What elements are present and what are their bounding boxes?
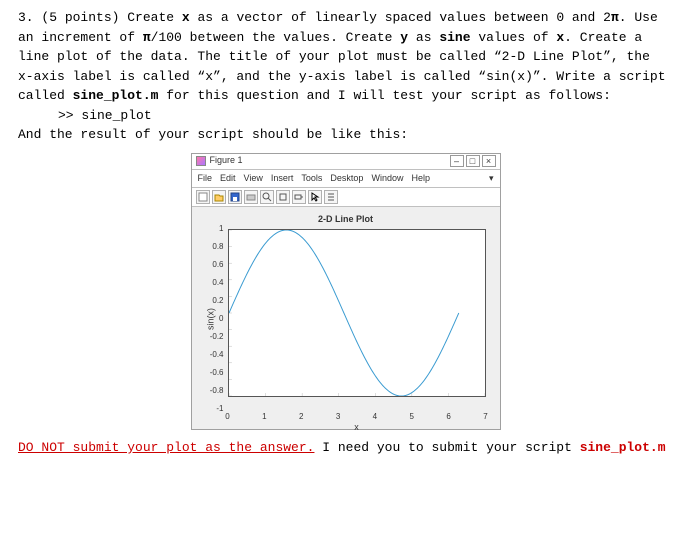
xtick: 4 [373, 409, 377, 423]
y-axis-label: sin(x) [204, 308, 218, 330]
xtick: 2 [299, 409, 303, 423]
ytick: 0.4 [212, 277, 227, 289]
axes: sin(x) 1 0.8 0.6 0.4 0.2 0 -0.2 [228, 229, 486, 409]
tool-new-icon[interactable] [196, 190, 210, 204]
var-x: x [556, 30, 564, 45]
tool-datacursor-icon[interactable] [292, 190, 306, 204]
menu-chevron-icon[interactable]: ▾ [489, 172, 494, 186]
menu-help[interactable]: Help [411, 172, 430, 186]
command-prompt: >> sine_plot [58, 106, 673, 126]
ytick: -0.8 [210, 385, 228, 397]
xtick: 7 [483, 409, 487, 423]
plot-area: 2-D Line Plot sin(x) 1 0.8 0.6 0.4 0 [192, 207, 500, 429]
xtick: 3 [336, 409, 340, 423]
menu-desktop[interactable]: Desktop [330, 172, 363, 186]
figure-icon [196, 156, 206, 166]
xtick: 0 [225, 409, 229, 423]
ytick: 0.6 [212, 259, 227, 271]
ytick: -0.2 [210, 331, 228, 343]
warn-text: DO NOT submit your plot as the answer. [18, 440, 314, 455]
ytick: 1 [219, 223, 227, 235]
tool-open-icon[interactable] [212, 190, 226, 204]
script-name: sine_plot.m [73, 88, 159, 103]
ytick: 0.8 [212, 241, 227, 253]
footer-warning: DO NOT submit your plot as the answer. I… [18, 438, 673, 458]
tool-print-icon[interactable] [244, 190, 258, 204]
tool-zoom-icon[interactable] [260, 190, 274, 204]
tool-rotate-icon[interactable] [276, 190, 290, 204]
q-points: (5 points) [41, 10, 119, 25]
ytick: -0.4 [210, 349, 228, 361]
figure-wrapper: Figure 1 – □ × File Edit View Insert Too… [18, 153, 673, 431]
matlab-figure-window: Figure 1 – □ × File Edit View Insert Too… [191, 153, 501, 431]
maximize-button[interactable]: □ [466, 155, 480, 167]
result-intro: And the result of your script should be … [18, 125, 673, 145]
tool-save-icon[interactable] [228, 190, 242, 204]
window-title: Figure 1 [210, 154, 243, 168]
q-number: 3. [18, 10, 34, 25]
tool-pointer-icon[interactable] [308, 190, 322, 204]
pi-symbol: π [143, 30, 151, 45]
xtick: 6 [446, 409, 450, 423]
menu-edit[interactable]: Edit [220, 172, 236, 186]
axes-box [228, 229, 486, 397]
chart-title: 2-D Line Plot [196, 213, 496, 227]
menu-file[interactable]: File [198, 172, 213, 186]
script-name: sine_plot.m [580, 440, 666, 455]
xtick: 1 [262, 409, 266, 423]
toolbar [192, 188, 500, 207]
menu-tools[interactable]: Tools [301, 172, 322, 186]
ytick: -0.6 [210, 367, 228, 379]
tool-insert-icon[interactable] [324, 190, 338, 204]
sine-word: sine [439, 30, 470, 45]
menu-window[interactable]: Window [371, 172, 403, 186]
minimize-button[interactable]: – [450, 155, 464, 167]
xtick: 5 [410, 409, 414, 423]
menu-insert[interactable]: Insert [271, 172, 294, 186]
menu-view[interactable]: View [244, 172, 263, 186]
var-y: y [400, 30, 408, 45]
menu-bar: File Edit View Insert Tools Desktop Wind… [192, 170, 500, 189]
question-text: 3. (5 points) Create x as a vector of li… [18, 8, 673, 145]
sine-curve [229, 230, 485, 396]
window-titlebar: Figure 1 – □ × [192, 154, 500, 170]
close-button[interactable]: × [482, 155, 496, 167]
ytick: 0 [219, 313, 227, 325]
x-axis-label: x [354, 421, 359, 435]
ytick: 0.2 [212, 295, 227, 307]
var-x: x [182, 10, 190, 25]
pi-symbol: π [611, 10, 619, 25]
